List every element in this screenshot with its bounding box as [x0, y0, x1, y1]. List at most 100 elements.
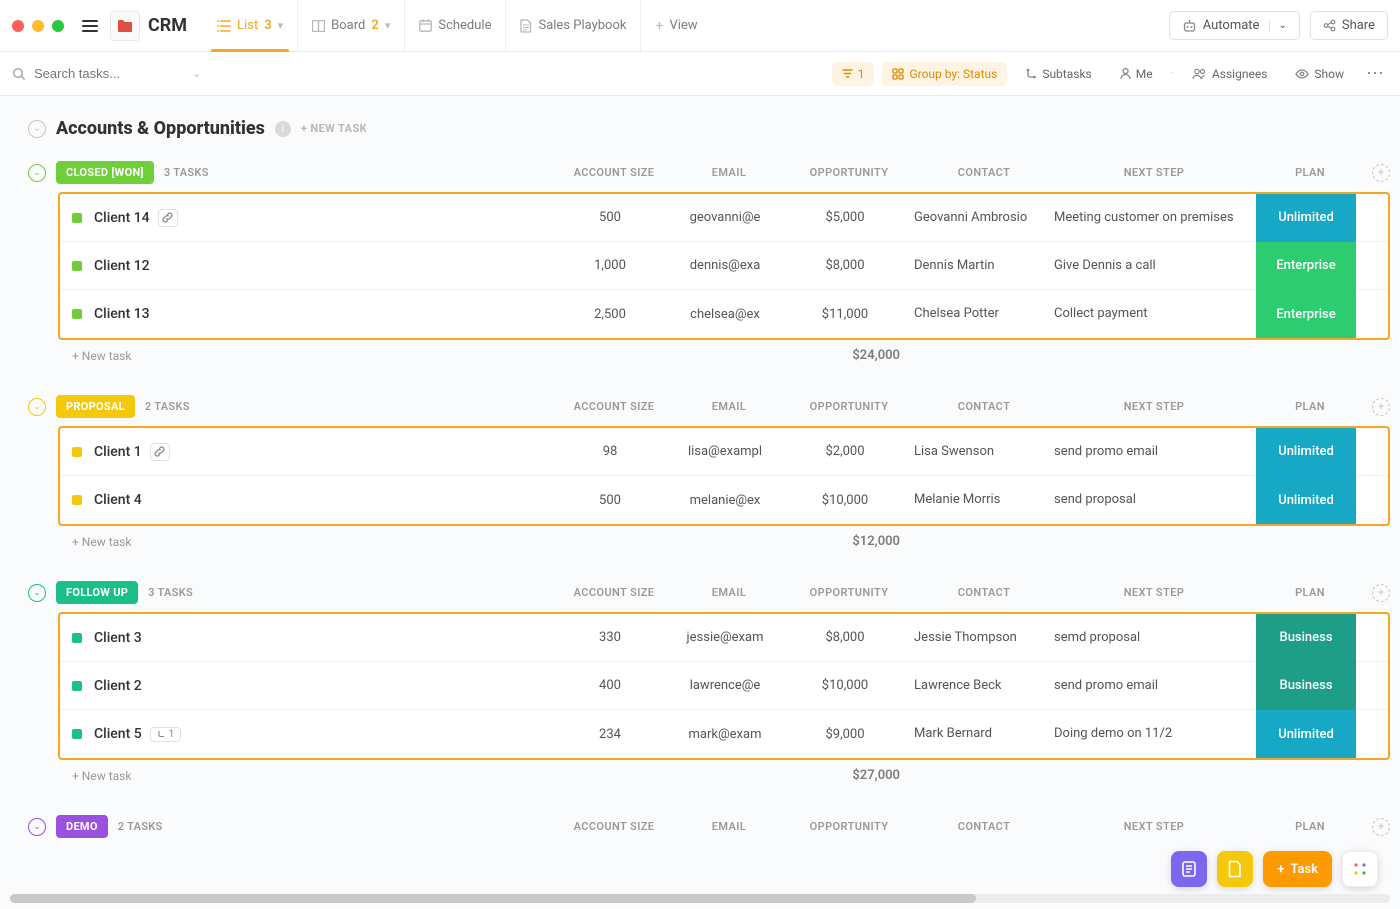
share-button[interactable]: Share [1310, 11, 1388, 40]
groupby-pill[interactable]: Group by: Status [882, 62, 1007, 86]
cell-contact[interactable]: Chelsea Potter [910, 306, 1050, 322]
subtasks-pill[interactable]: Subtasks [1015, 62, 1101, 86]
collapse-group-icon[interactable]: ⌄ [28, 398, 46, 416]
collapse-group-icon[interactable]: ⌄ [28, 164, 46, 182]
status-square-icon[interactable] [72, 447, 82, 457]
status-square-icon[interactable] [72, 729, 82, 739]
table-row[interactable]: Client 198lisa@exampl$2,000Lisa Swensons… [60, 428, 1388, 476]
col-account-size[interactable]: ACCOUNT SIZE [554, 820, 674, 833]
col-opportunity[interactable]: OPPORTUNITY [784, 586, 914, 599]
fab-doc[interactable] [1217, 851, 1253, 887]
cell-contact[interactable]: Geovanni Ambrosio [910, 210, 1050, 226]
cell-next-step[interactable]: Give Dennis a call [1050, 258, 1250, 274]
table-row[interactable]: Client 51234mark@exam$9,000Mark BernardD… [60, 710, 1388, 758]
cell-email[interactable]: dennis@exa [670, 258, 780, 273]
cell-contact[interactable]: Dennis Martin [910, 258, 1050, 274]
view-tab-board[interactable]: Board 2 ▾ [297, 0, 404, 51]
col-opportunity[interactable]: OPPORTUNITY [784, 400, 914, 413]
cell-contact[interactable]: Lisa Swenson [910, 444, 1050, 460]
link-icon[interactable] [150, 443, 170, 461]
chevron-down-icon[interactable]: ⌄ [192, 67, 201, 80]
cell-opportunity[interactable]: $2,000 [780, 444, 910, 459]
col-email[interactable]: EMAIL [674, 400, 784, 413]
task-name[interactable]: Client 1 [94, 444, 142, 460]
task-name[interactable]: Client 13 [94, 306, 150, 322]
subtask-count-badge[interactable]: 1 [150, 727, 182, 742]
col-contact[interactable]: CONTACT [914, 166, 1054, 179]
cell-account-size[interactable]: 234 [550, 727, 670, 742]
more-icon[interactable]: ⋯ [1362, 63, 1388, 84]
plan-tag[interactable]: Business [1256, 662, 1356, 710]
fab-new-task[interactable]: + Task [1263, 851, 1332, 887]
view-tab-schedule[interactable]: Schedule [404, 0, 505, 51]
cell-opportunity[interactable]: $10,000 [780, 493, 910, 508]
group-status-badge[interactable]: DEMO [56, 815, 108, 838]
col-email[interactable]: EMAIL [674, 166, 784, 179]
col-contact[interactable]: CONTACT [914, 400, 1054, 413]
search-wrap[interactable]: ⌄ [12, 66, 242, 81]
task-name[interactable]: Client 3 [94, 630, 142, 646]
col-plan[interactable]: PLAN [1254, 400, 1366, 413]
cell-account-size[interactable]: 2,500 [550, 307, 670, 322]
cell-opportunity[interactable]: $11,000 [780, 307, 910, 322]
col-next-step[interactable]: NEXT STEP [1054, 586, 1254, 599]
plan-tag[interactable]: Enterprise [1256, 290, 1356, 338]
fab-notepad[interactable] [1171, 851, 1207, 887]
cell-contact[interactable]: Mark Bernard [910, 726, 1050, 742]
table-row[interactable]: Client 121,000dennis@exa$8,000Dennis Mar… [60, 242, 1388, 290]
col-opportunity[interactable]: OPPORTUNITY [784, 820, 914, 833]
cell-opportunity[interactable]: $5,000 [780, 210, 910, 225]
plan-tag[interactable]: Unlimited [1256, 194, 1356, 242]
view-tab-list[interactable]: List 3 ▾ [203, 0, 297, 51]
add-view-button[interactable]: + View [640, 0, 711, 51]
add-column-button[interactable]: + [1372, 818, 1390, 836]
window-min-dot[interactable] [32, 20, 44, 32]
status-square-icon[interactable] [72, 633, 82, 643]
cell-account-size[interactable]: 400 [550, 678, 670, 693]
table-row[interactable]: Client 2400lawrence@e$10,000Lawrence Bec… [60, 662, 1388, 710]
cell-account-size[interactable]: 330 [550, 630, 670, 645]
link-icon[interactable] [158, 209, 178, 227]
col-account-size[interactable]: ACCOUNT SIZE [554, 400, 674, 413]
cell-next-step[interactable]: Doing demo on 11/2 [1050, 726, 1250, 742]
col-email[interactable]: EMAIL [674, 586, 784, 599]
col-next-step[interactable]: NEXT STEP [1054, 820, 1254, 833]
table-row[interactable]: Client 14500geovanni@e$5,000Geovanni Amb… [60, 194, 1388, 242]
info-icon[interactable]: i [275, 121, 291, 137]
view-tab-playbook[interactable]: Sales Playbook [505, 0, 640, 51]
cell-email[interactable]: jessie@exam [670, 630, 780, 645]
col-contact[interactable]: CONTACT [914, 586, 1054, 599]
cell-contact[interactable]: Melanie Morris [910, 492, 1050, 508]
col-account-size[interactable]: ACCOUNT SIZE [554, 586, 674, 599]
col-email[interactable]: EMAIL [674, 820, 784, 833]
cell-email[interactable]: melanie@ex [670, 493, 780, 508]
cell-opportunity[interactable]: $10,000 [780, 678, 910, 693]
plan-tag[interactable]: Enterprise [1256, 242, 1356, 290]
cell-email[interactable]: lisa@exampl [670, 444, 780, 459]
cell-contact[interactable]: Jessie Thompson [910, 630, 1050, 646]
window-close-dot[interactable] [12, 20, 24, 32]
table-row[interactable]: Client 3330jessie@exam$8,000Jessie Thomp… [60, 614, 1388, 662]
task-name[interactable]: Client 12 [94, 258, 150, 274]
task-name[interactable]: Client 2 [94, 678, 142, 694]
window-max-dot[interactable] [52, 20, 64, 32]
cell-email[interactable]: lawrence@e [670, 678, 780, 693]
cell-account-size[interactable]: 500 [550, 210, 670, 225]
chevron-down-icon[interactable]: ⌄ [1269, 20, 1286, 31]
col-contact[interactable]: CONTACT [914, 820, 1054, 833]
filter-pill[interactable]: 1 [832, 62, 875, 86]
status-square-icon[interactable] [72, 213, 82, 223]
status-square-icon[interactable] [72, 495, 82, 505]
new-task-button[interactable]: + NEW TASK [301, 122, 367, 135]
search-input[interactable] [34, 66, 184, 81]
plan-tag[interactable]: Unlimited [1256, 428, 1356, 476]
status-square-icon[interactable] [72, 309, 82, 319]
add-column-button[interactable]: + [1372, 164, 1390, 182]
show-pill[interactable]: Show [1285, 62, 1354, 86]
table-row[interactable]: Client 4500melanie@ex$10,000Melanie Morr… [60, 476, 1388, 524]
fab-apps[interactable] [1342, 851, 1378, 887]
col-next-step[interactable]: NEXT STEP [1054, 166, 1254, 179]
cell-account-size[interactable]: 1,000 [550, 258, 670, 273]
cell-next-step[interactable]: Collect payment [1050, 306, 1250, 322]
horizontal-scrollbar[interactable] [10, 894, 1390, 903]
